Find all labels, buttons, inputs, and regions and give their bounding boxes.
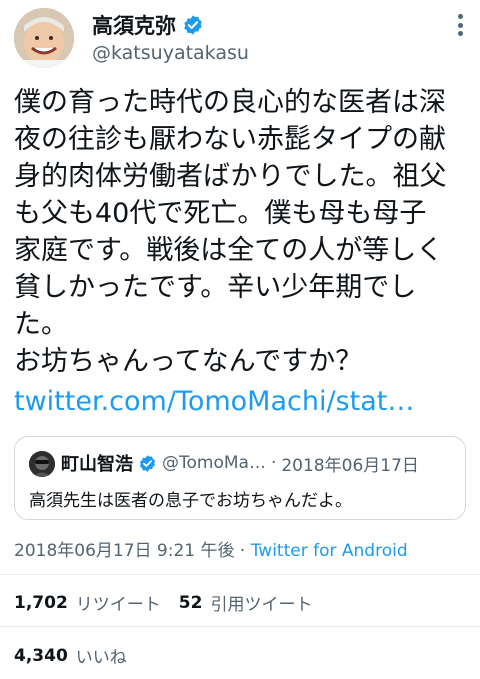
- quotes-label[interactable]: 引用ツイート: [210, 590, 312, 615]
- tweet-text-line: た。: [14, 309, 68, 340]
- quoted-tweet-text: 高須先生は医者の息子でお坊ちゃんだよ。: [29, 491, 352, 511]
- quoted-author-avatar-image: [29, 451, 55, 477]
- quoted-separator: ·: [270, 453, 277, 473]
- author-handle[interactable]: @katsuyatakasu: [92, 42, 249, 64]
- tweet-text-line: 身的肉体労働者ばかりでした。祖父: [14, 161, 447, 192]
- tweet-likes: 4,340 いいね: [14, 643, 127, 669]
- retweets-label[interactable]: リツイート: [76, 590, 161, 615]
- verified-badge-icon: [184, 15, 202, 35]
- verified-badge-icon: [139, 454, 156, 472]
- quoted-author-handle: @TomoMa…: [162, 453, 266, 473]
- quoted-author-name: 町山智浩: [61, 454, 133, 475]
- author-name-row: 高須克弥: [92, 10, 204, 40]
- divider: [0, 574, 480, 575]
- tweet-link[interactable]: twitter.com/TomoMachi/stat…: [14, 386, 414, 417]
- retweets-count[interactable]: 1,702: [14, 593, 68, 613]
- tweet-text-line: 僕の育った時代の良心的な医者は深: [14, 87, 446, 118]
- tweet-meta: 2018年06月17日 9:21 午後 · Twitter for Androi…: [14, 536, 408, 561]
- likes-count[interactable]: 4,340: [14, 646, 68, 666]
- tweet-text-line: 貧しかったです。辛い少年期でし: [14, 272, 417, 303]
- quoted-author-avatar[interactable]: [29, 451, 55, 477]
- tweet-text-line: も父も40代で死亡。僕も母も母子: [14, 198, 427, 229]
- author-display-name[interactable]: 高須克弥: [92, 10, 176, 40]
- tweet-detail: 高須克弥 @katsuyatakasu 僕の育った時代の良心的な医者は深 夜の往…: [0, 0, 480, 679]
- author-avatar-image: [14, 8, 74, 68]
- tweet-source[interactable]: Twitter for Android: [251, 541, 408, 561]
- more-vertical-icon[interactable]: [452, 14, 468, 36]
- tweet-text-line: 夜の往診も厭わない赤髭タイプの献: [14, 124, 446, 155]
- quoted-date: 2018年06月17日: [281, 455, 419, 476]
- meta-separator: ·: [234, 541, 251, 561]
- author-avatar[interactable]: [14, 8, 74, 68]
- tweet-stats: 1,702 リツイート 52 引用ツイート: [14, 590, 330, 616]
- tweet-timestamp[interactable]: 2018年06月17日 9:21 午後: [14, 541, 235, 561]
- quotes-count[interactable]: 52: [179, 593, 203, 613]
- divider: [0, 626, 480, 627]
- quoted-tweet[interactable]: 町山智浩 @TomoMa… · 2018年06月17日 高須先生は医者の息子でお…: [14, 436, 466, 520]
- tweet-text-line: お坊ちゃんってなんですか？: [14, 346, 363, 377]
- quoted-tweet-header: 町山智浩 @TomoMa… · 2018年06月17日: [61, 450, 419, 476]
- tweet-text-line: 家庭です。戦後は全ての人が等しく: [14, 235, 444, 266]
- tweet-text: 僕の育った時代の良心的な医者は深 夜の往診も厭わない赤髭タイプの献 身的肉体労働…: [14, 84, 470, 380]
- likes-label[interactable]: いいね: [76, 643, 127, 668]
